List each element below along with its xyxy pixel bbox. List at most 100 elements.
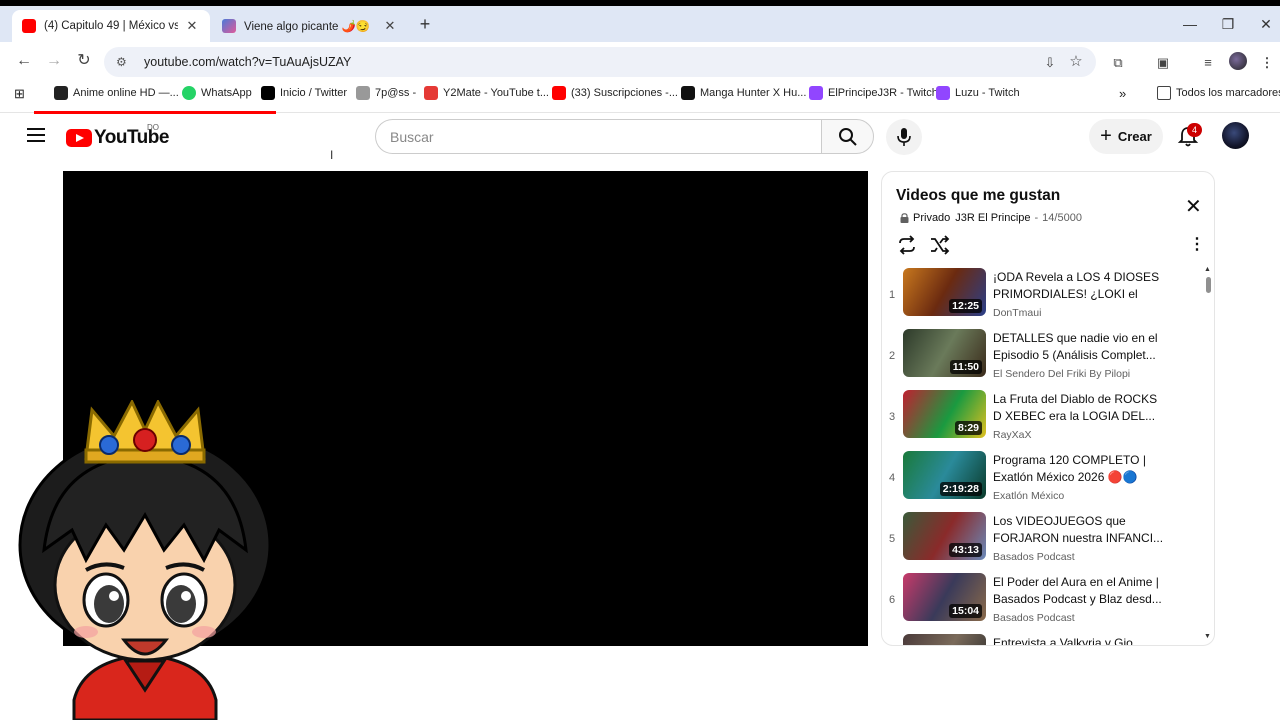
bookmark-item[interactable]: Inicio / Twitter (261, 86, 347, 100)
video-title[interactable]: El Poder del Aura en el Anime | Basados … (993, 574, 1165, 608)
account-avatar[interactable] (1222, 122, 1249, 149)
bookmark-item[interactable]: (33) Suscripciones -... (552, 86, 678, 100)
twitch-icon (809, 86, 823, 100)
bookmark-label: Anime online HD —... (73, 87, 179, 99)
video-thumbnail[interactable]: 12:25 (903, 268, 986, 316)
minimize-window-icon[interactable]: — (1170, 16, 1210, 32)
video-title[interactable]: Entrevista a Valkyria y Gio, del... (993, 635, 1165, 645)
playlist-item[interactable]: 6 15:04 El Poder del Aura en el Anime | … (882, 573, 1202, 634)
browser-profile-avatar[interactable] (1229, 52, 1247, 70)
channel-name[interactable]: Exatlón México (993, 490, 1064, 502)
browser-toolbar: ← → ↻ ⚙ youtube.com/watch?v=TuAuAjsUZAY … (0, 42, 1280, 80)
item-index: 1 (888, 289, 896, 301)
shuffle-icon[interactable] (929, 234, 951, 256)
youtube-logo[interactable]: YouTube DO (66, 123, 169, 149)
site-info-icon[interactable]: ⚙ (116, 55, 132, 69)
video-title[interactable]: Los VIDEOJUEGOS que FORJARON nuestra INF… (993, 513, 1165, 547)
browser-tab-inactive[interactable]: Viene algo picante 🌶️😏 ✕ (212, 10, 408, 42)
folder-icon (1157, 86, 1171, 100)
video-duration: 43:13 (949, 543, 982, 557)
manga-icon (681, 86, 695, 100)
playlist-item[interactable]: 5 43:13 Los VIDEOJUEGOS que FORJARON nue… (882, 512, 1202, 573)
search-icon (838, 127, 857, 146)
loop-icon[interactable] (896, 234, 918, 256)
all-bookmarks-folder[interactable]: Todos los marcadores (1157, 86, 1280, 100)
install-app-icon[interactable]: ⇩ (1041, 54, 1059, 72)
bookmark-label: Todos los marcadores (1176, 87, 1280, 99)
playlist-owner[interactable]: J3R El Principe (955, 212, 1030, 224)
bookmark-item[interactable]: Y2Mate - YouTube t... (424, 86, 549, 100)
video-title[interactable]: La Fruta del Diablo de ROCKS D XEBEC era… (993, 391, 1165, 425)
create-label: Crear (1117, 129, 1152, 144)
playlist-panel: Videos que me gustan Privado J3R El Prin… (881, 171, 1215, 646)
video-title[interactable]: DETALLES que nadie vio en el Episodio 5 … (993, 330, 1165, 364)
playlist-item[interactable]: 2 11:50 DETALLES que nadie vio en el Epi… (882, 329, 1202, 390)
item-index: 3 (888, 411, 896, 423)
bookmark-label: Luzu - Twitch (955, 87, 1020, 99)
streamer-avatar-overlay (18, 400, 272, 720)
microphone-icon (897, 128, 911, 146)
playlist-scrollbar-thumb[interactable] (1206, 277, 1211, 293)
forward-icon[interactable]: → (44, 51, 64, 71)
channel-name[interactable]: Basados Podcast (993, 551, 1075, 563)
bookmark-star-icon[interactable]: ☆ (1067, 53, 1085, 71)
playlist-title[interactable]: Videos que me gustan (896, 187, 1060, 205)
bookmark-item[interactable]: Anime online HD —... (54, 86, 179, 100)
video-title[interactable]: ¡ODA Revela a LOS 4 DIOSES PRIMORDIALES!… (993, 269, 1165, 303)
maximize-window-icon[interactable]: ❐ (1208, 16, 1248, 33)
playlist-item[interactable]: 1 12:25 ¡ODA Revela a LOS 4 DIOSES PRIMO… (882, 268, 1202, 329)
apps-grid-icon[interactable]: ⊞ (14, 86, 25, 102)
anime-site-icon (54, 86, 68, 100)
video-thumbnail[interactable]: 15:04 (903, 573, 986, 621)
media-controls-icon[interactable]: ≡ (1199, 54, 1217, 72)
bookmark-item[interactable]: Luzu - Twitch (936, 86, 1020, 100)
tab-search-icon[interactable]: ▣ (1154, 54, 1172, 72)
channel-name[interactable]: Basados Podcast (993, 612, 1075, 624)
close-playlist-icon[interactable]: ✕ (1185, 194, 1202, 219)
close-tab-icon[interactable]: ✕ (184, 18, 200, 34)
browser-menu-icon[interactable]: ⋮ (1258, 54, 1276, 72)
playlist-item[interactable]: 3 8:29 La Fruta del Diablo de ROCKS D XE… (882, 390, 1202, 451)
back-icon[interactable]: ← (14, 51, 34, 71)
create-button[interactable]: + Crear (1089, 119, 1163, 154)
close-window-icon[interactable]: ✕ (1246, 16, 1280, 33)
bookmark-label: 7p@ss - (375, 87, 417, 99)
bookmark-item[interactable]: ElPrincipeJ3R - Twitch (809, 86, 938, 100)
video-thumbnail[interactable]: 11:50 (903, 329, 986, 377)
guide-menu-icon[interactable] (27, 128, 45, 146)
channel-name[interactable]: El Sendero Del Friki By Pilopi (993, 368, 1130, 380)
more-bookmarks-icon[interactable]: » (1119, 86, 1126, 101)
bookmark-item[interactable]: WhatsApp (182, 86, 252, 100)
search-button[interactable] (821, 119, 874, 154)
video-thumbnail[interactable] (903, 634, 986, 645)
extensions-icon[interactable]: ⧉ (1109, 54, 1127, 72)
more-options-icon[interactable]: ⋮ (1189, 234, 1205, 254)
plus-icon: + (1100, 125, 1112, 147)
video-thumbnail[interactable]: 2:19:28 (903, 451, 986, 499)
bookmark-item[interactable]: 7p@ss - (356, 86, 416, 100)
twitch-icon (936, 86, 950, 100)
video-thumbnail[interactable]: 43:13 (903, 512, 986, 560)
address-bar[interactable]: ⚙ youtube.com/watch?v=TuAuAjsUZAY (104, 47, 1096, 77)
lock-icon (900, 213, 909, 223)
channel-name[interactable]: RayXaX (993, 429, 1032, 441)
playlist-item[interactable]: Entrevista a Valkyria y Gio, del... (882, 634, 1202, 645)
search-input[interactable]: Buscar (375, 119, 821, 154)
bookmark-item[interactable]: Manga Hunter X Hu... (681, 86, 806, 100)
new-tab-button[interactable]: + (416, 14, 434, 35)
browser-tab-active[interactable]: (4) Capitulo 49 | México vs. Run ✕ (12, 10, 210, 42)
voice-search-button[interactable] (886, 119, 922, 155)
url-text: youtube.com/watch?v=TuAuAjsUZAY (144, 55, 352, 69)
notification-count-badge: 4 (1187, 123, 1202, 137)
item-index: 6 (888, 594, 896, 606)
close-tab-icon[interactable]: ✕ (382, 18, 398, 34)
y2mate-icon (424, 86, 438, 100)
bookmark-label: ElPrincipeJ3R - Twitch (828, 87, 938, 99)
scroll-down-arrow-icon[interactable]: ▼ (1204, 633, 1211, 640)
scroll-up-arrow-icon[interactable]: ▲ (1204, 266, 1211, 273)
video-title[interactable]: Programa 120 COMPLETO | Exatlón México 2… (993, 452, 1165, 486)
channel-name[interactable]: DonTmaui (993, 307, 1041, 319)
playlist-item[interactable]: 4 2:19:28 Programa 120 COMPLETO | Exatló… (882, 451, 1202, 512)
reload-icon[interactable]: ↻ (74, 51, 94, 71)
video-thumbnail[interactable]: 8:29 (903, 390, 986, 438)
